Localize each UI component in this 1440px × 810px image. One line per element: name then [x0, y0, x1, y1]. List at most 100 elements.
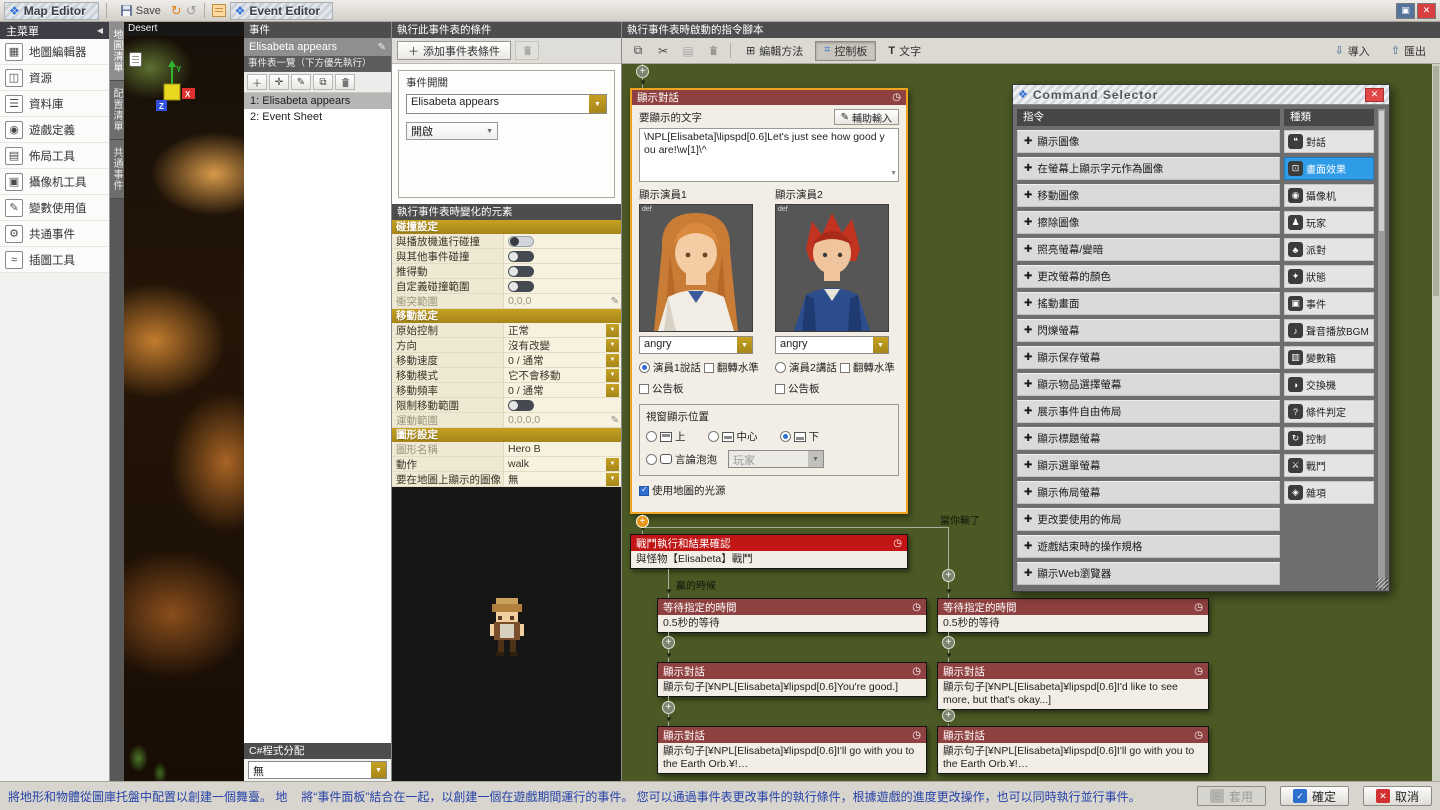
edit-method-button[interactable]: 編輯方法 — [737, 41, 812, 61]
copy-sheet-button[interactable] — [313, 74, 333, 90]
rename-event-icon[interactable] — [378, 42, 386, 53]
actor2-board-checkbox[interactable] — [775, 384, 785, 394]
close-command-selector-button[interactable] — [1365, 88, 1384, 102]
setting-dropdown[interactable]: 0 / 通常 — [503, 383, 621, 397]
insert-sheet-button[interactable] — [269, 74, 289, 90]
collide-events-toggle[interactable] — [508, 251, 534, 262]
category-item[interactable]: ⚔戰鬥 — [1284, 454, 1374, 477]
insert-command-node-button[interactable] — [662, 701, 675, 714]
position-bottom-radio[interactable] — [780, 431, 791, 442]
insert-command-node-button[interactable] — [662, 636, 675, 649]
actor1-board-checkbox[interactable] — [639, 384, 649, 394]
category-item[interactable]: ◈雜項 — [1284, 481, 1374, 504]
sidebar-menu-item[interactable]: ≈插圖工具 — [0, 247, 109, 273]
command-item[interactable]: ✚顯示選單螢幕 — [1017, 454, 1280, 477]
actor2-speaks-radio[interactable] — [775, 362, 786, 373]
setting-dropdown[interactable]: 它不會移動 — [503, 368, 621, 382]
assist-input-button[interactable]: 輔助輸入 — [834, 109, 899, 125]
battle-node[interactable]: 戰鬥執行和結果確認 與怪物【Elisabeta】戰鬥 — [630, 534, 908, 569]
close-window-button[interactable] — [1417, 3, 1436, 19]
command-item[interactable]: ✚展示事件自由佈局 — [1017, 400, 1280, 423]
command-item[interactable]: ✚遊戲結束時的操作規格 — [1017, 535, 1280, 558]
command-item[interactable]: ✚更改螢幕的顏色 — [1017, 265, 1280, 288]
copy-command-button[interactable] — [627, 41, 649, 60]
command-item[interactable]: ✚顯示Web瀏覽器 — [1017, 562, 1280, 585]
insert-command-node-button-active[interactable] — [636, 515, 649, 528]
pushable-toggle[interactable] — [508, 266, 534, 277]
category-item[interactable]: ❝對話 — [1284, 130, 1374, 153]
category-item[interactable]: ◑交換機 — [1284, 373, 1374, 396]
show-dialogue-node[interactable]: 顯示對話 顯示句子[¥NPL[Elisabeta]¥lipspd[0.6]You… — [657, 662, 927, 697]
event-editor-tab[interactable]: Event Editor — [230, 2, 333, 20]
command-item[interactable]: ✚顯示保存螢幕 — [1017, 346, 1280, 369]
use-map-light-checkbox[interactable] — [639, 486, 649, 496]
category-item[interactable]: ♪聲音播放BGM — [1284, 319, 1374, 342]
event-switch-select[interactable]: Elisabeta appears — [406, 94, 607, 114]
export-button[interactable]: 匯出 — [1382, 41, 1435, 61]
command-selector-scrollbar[interactable] — [1378, 109, 1385, 588]
custom-range-toggle[interactable] — [508, 281, 534, 292]
event-sheet-list-item[interactable]: 2: Event Sheet — [244, 109, 391, 125]
sidebar-menu-item[interactable]: ▦地圖編輯器 — [0, 39, 109, 65]
category-item[interactable]: ♣派對 — [1284, 238, 1374, 261]
command-item[interactable]: ✚顯示物品選擇螢幕 — [1017, 373, 1280, 396]
text-mode-button[interactable]: 文字 — [879, 41, 930, 61]
flowchart-canvas[interactable]: 顯示對話 要顯示的文字 輔助輸入 \NPL[Elisabeta]\lipspd[… — [622, 64, 1440, 781]
canvas-scrollbar[interactable] — [1432, 64, 1440, 781]
collapse-sidebar-icon[interactable] — [97, 26, 103, 35]
delete-command-button[interactable] — [702, 41, 724, 60]
wait-node[interactable]: 等待指定的時間 0.5秒的等待 — [937, 598, 1209, 633]
command-item[interactable]: ✚照亮螢幕/變暗 — [1017, 238, 1280, 261]
sidebar-menu-item[interactable]: ◫資源 — [0, 65, 109, 91]
map-editor-tab[interactable]: Map Editor — [4, 2, 99, 20]
sidebar-menu-item[interactable]: ⚙共通事件 — [0, 221, 109, 247]
position-top-radio[interactable] — [646, 431, 657, 442]
csharp-select[interactable]: 無 — [248, 761, 387, 779]
actor1-emotion-select[interactable]: angry — [639, 336, 753, 354]
command-selector-titlebar[interactable]: Command Selector — [1013, 85, 1389, 105]
cancel-button[interactable]: 取消 — [1363, 786, 1432, 806]
sidebar-menu-item[interactable]: ✎變數使用值 — [0, 195, 109, 221]
switch-state-select[interactable]: 開啟 — [406, 122, 498, 140]
edit-range-icon[interactable] — [611, 296, 619, 307]
speech-bubble-radio[interactable] — [646, 454, 657, 465]
vertical-tab[interactable]: 共通事件 — [110, 140, 124, 199]
sidebar-menu-item[interactable]: ☰資料庫 — [0, 91, 109, 117]
edit-range-icon[interactable] — [611, 415, 619, 426]
message-textarea[interactable]: \NPL[Elisabeta]\lipspd[0.6]Let's just se… — [639, 128, 899, 182]
setting-dropdown[interactable]: 沒有改變 — [503, 338, 621, 352]
show-dialogue-node[interactable]: 顯示對話 顯示句子[¥NPL[Elisabeta]¥lipspd[0.6]I'l… — [937, 726, 1209, 774]
vertical-tab[interactable]: 配置清單 — [110, 81, 124, 140]
scroll-down-icon[interactable]: ▼ — [890, 167, 897, 180]
ok-button[interactable]: 確定 — [1280, 786, 1349, 806]
command-item[interactable]: ✚移動圖像 — [1017, 184, 1280, 207]
category-item[interactable]: ⊡畫面效果 — [1284, 157, 1374, 180]
category-item[interactable]: ▥變數箱 — [1284, 346, 1374, 369]
command-item[interactable]: ✚顯示標題螢幕 — [1017, 427, 1280, 450]
paste-command-button[interactable] — [677, 41, 699, 60]
insert-command-node-button[interactable] — [942, 636, 955, 649]
redo-icon[interactable] — [171, 3, 182, 19]
sidebar-menu-item[interactable]: ▤佈局工具 — [0, 143, 109, 169]
position-center-radio[interactable] — [708, 431, 719, 442]
resize-grip[interactable] — [1376, 578, 1388, 590]
transform-gizmo[interactable]: Y X Z — [146, 60, 202, 120]
command-item[interactable]: ✚擦除圖像 — [1017, 211, 1280, 234]
setting-dropdown[interactable]: 0 / 通常 — [503, 353, 621, 367]
insert-command-node-button[interactable] — [942, 569, 955, 582]
category-item[interactable]: ✦狀態 — [1284, 265, 1374, 288]
command-selector-window[interactable]: Command Selector 指令 ✚顯示圖像✚在螢幕上顯示字元作為圖像✚移… — [1012, 84, 1390, 592]
command-item[interactable]: ✚搖動畫面 — [1017, 292, 1280, 315]
actor2-portrait[interactable]: def — [775, 204, 889, 332]
category-item[interactable]: ?條件判定 — [1284, 400, 1374, 423]
motion-dropdown[interactable]: walk — [503, 457, 621, 471]
edit-sheet-button[interactable] — [291, 74, 311, 90]
insert-command-node-button[interactable] — [636, 65, 649, 78]
category-item[interactable]: ♟玩家 — [1284, 211, 1374, 234]
actor2-emotion-select[interactable]: angry — [775, 336, 889, 354]
sidebar-menu-item[interactable]: ◉遊戲定義 — [0, 117, 109, 143]
event-sheet-list-item[interactable]: 1: Elisabeta appears — [244, 93, 391, 109]
insert-command-node-button[interactable] — [942, 709, 955, 722]
category-item[interactable]: ↻控制 — [1284, 427, 1374, 450]
import-button[interactable]: 導入 — [1326, 41, 1379, 61]
